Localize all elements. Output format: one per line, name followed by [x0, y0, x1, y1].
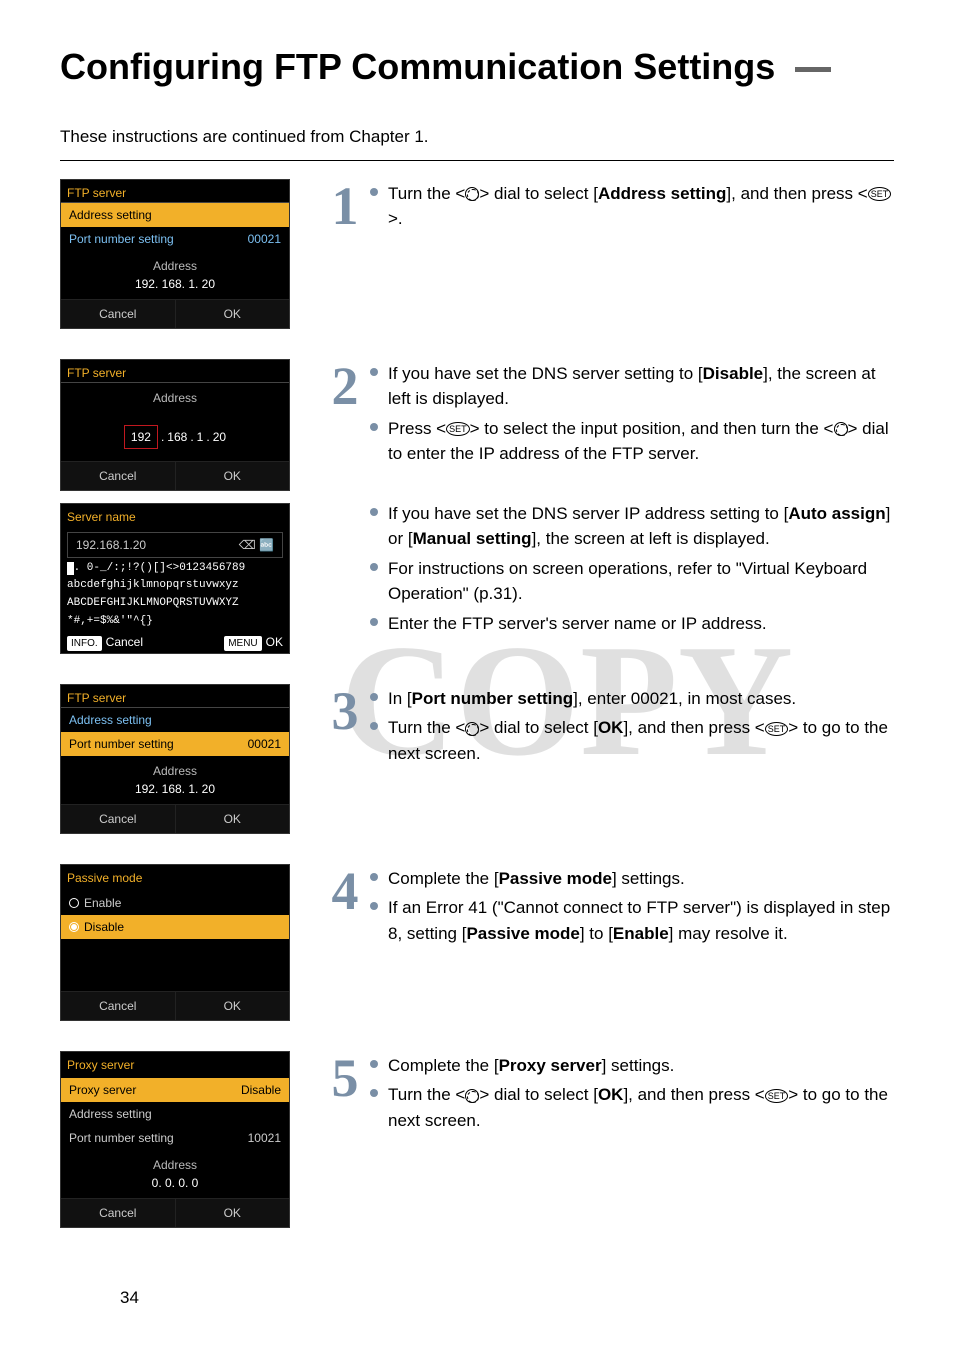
cancel-button[interactable]: Cancel — [61, 992, 176, 1020]
screen-header: FTP server — [61, 360, 289, 383]
ip-octet-1[interactable]: 192 — [124, 425, 158, 449]
screen-ftp-address-setting: FTP server Address setting Port number s… — [60, 179, 290, 329]
screen-port-setting: FTP server Address setting Port number s… — [60, 684, 290, 834]
step5-bullet1: Complete the [Proxy server] settings. — [370, 1053, 894, 1079]
step-5: Proxy server Proxy serverDisable Address… — [60, 1051, 894, 1240]
title-text: Configuring FTP Communication Settings — [60, 46, 775, 87]
kb-row-1: . 0-_/:;!?()[]<>0123456789 — [61, 560, 289, 578]
ip-octet-2: 168 — [167, 428, 187, 446]
screen-proxy-server: Proxy server Proxy serverDisable Address… — [60, 1051, 290, 1228]
passive-mode-header: Passive mode — [61, 865, 289, 891]
proxy-address-display: Address0. 0. 0. 0 — [61, 1150, 289, 1198]
step2-bullet3: If you have set the DNS server IP addres… — [370, 501, 894, 552]
address-display: Address192. 168. 1. 20 — [61, 756, 289, 804]
row-proxy-server: Proxy serverDisable — [61, 1078, 289, 1102]
row-address-setting: Address setting — [61, 203, 289, 227]
step-2: FTP server Address 192. 168. 1. 20 Cance… — [60, 359, 894, 666]
row-enable[interactable]: Enable — [61, 891, 289, 915]
address-label: Address — [61, 383, 289, 413]
kb-row-2: abcdefghijklmnopqrstuvwxyz — [61, 577, 289, 595]
step-number-2: 2 — [320, 359, 370, 413]
step2-bullet5: Enter the FTP server's server name or IP… — [370, 611, 894, 637]
dial-icon — [465, 1089, 479, 1103]
kb-row-3: ABCDEFGHIJKLMNOPQRSTUVWXYZ — [61, 595, 289, 613]
ip-octet-4: 20 — [213, 428, 226, 446]
step3-bullet1: In [Port number setting], enter 00021, i… — [370, 686, 894, 712]
screen-header: FTP server — [61, 685, 289, 708]
step5-bullet2: Turn the <> dial to select [OK], and the… — [370, 1082, 894, 1133]
cancel-button[interactable]: Cancel — [61, 300, 176, 328]
dial-icon — [465, 187, 479, 201]
screen-ip-entry: FTP server Address 192. 168. 1. 20 Cance… — [60, 359, 290, 491]
set-icon: SET — [765, 1089, 789, 1103]
row-port-number: Port number setting00021 — [61, 732, 289, 756]
kb-value-field: 192.168.1.20⌫ 🔤 — [67, 532, 283, 558]
kb-footer: INFO.Cancel MENUOK — [61, 631, 289, 653]
step4-bullet1: Complete the [Passive mode] settings. — [370, 866, 894, 892]
ok-button[interactable]: OK — [176, 805, 290, 833]
ok-button[interactable]: OK — [176, 462, 290, 490]
row-address-setting: Address setting — [61, 708, 289, 732]
row-port-number: Port number setting00021 — [61, 227, 289, 251]
address-display: Address192. 168. 1. 20 — [61, 251, 289, 299]
divider — [60, 160, 894, 161]
step1-bullet1: Turn the <> dial to select [Address sett… — [370, 181, 894, 232]
ip-entry-row: 192. 168. 1. 20 — [61, 413, 289, 461]
row-proxy-address-setting: Address setting — [61, 1102, 289, 1126]
menu-tag: MENU — [224, 636, 261, 651]
step-number-1: 1 — [320, 179, 370, 233]
row-proxy-port-setting: Port number setting10021 — [61, 1126, 289, 1150]
cancel-button[interactable]: Cancel — [61, 462, 176, 490]
row-disable[interactable]: Disable — [61, 915, 289, 939]
page-title: Configuring FTP Communication Settings — [60, 40, 894, 94]
screen-passive-mode: Passive mode Enable Disable Cancel OK — [60, 864, 290, 1021]
dial-icon — [834, 422, 848, 436]
cancel-button[interactable]: Cancel — [61, 1199, 176, 1227]
set-icon: SET — [765, 722, 789, 736]
step-1: FTP server Address setting Port number s… — [60, 179, 894, 341]
proxy-server-header: Proxy server — [61, 1052, 289, 1078]
step2-bullet1: If you have set the DNS server setting t… — [370, 361, 894, 412]
step-number-3: 3 — [320, 684, 370, 738]
step3-bullet2: Turn the <> dial to select [OK], and the… — [370, 715, 894, 766]
step-4: Passive mode Enable Disable Cancel OK 4 … — [60, 864, 894, 1033]
ok-button[interactable]: OK — [176, 992, 290, 1020]
set-icon: SET — [446, 422, 470, 436]
ok-button[interactable]: OK — [176, 300, 290, 328]
server-name-header: Server name — [61, 504, 289, 530]
kb-row-4: *#,+=$%&'"^{} — [61, 613, 289, 631]
dial-icon — [465, 722, 479, 736]
title-rule — [795, 67, 831, 72]
step2-bullet2: Press <SET> to select the input position… — [370, 416, 894, 467]
info-tag: INFO. — [67, 636, 102, 651]
ip-octet-3: 1 — [197, 428, 204, 446]
step-3: FTP server Address setting Port number s… — [60, 684, 894, 846]
ok-button[interactable]: OK — [176, 1199, 290, 1227]
set-icon: SET — [868, 187, 892, 201]
step4-bullet2: If an Error 41 ("Cannot connect to FTP s… — [370, 895, 894, 946]
step-number-4: 4 — [320, 864, 370, 918]
screen-header: FTP server — [61, 180, 289, 203]
screen-virtual-keyboard: Server name 192.168.1.20⌫ 🔤 . 0-_/:;!?()… — [60, 503, 290, 654]
cancel-button[interactable]: Cancel — [61, 805, 176, 833]
step-number-5: 5 — [320, 1051, 370, 1105]
page-number: 34 — [120, 1285, 139, 1311]
step2-bullet4: For instructions on screen operations, r… — [370, 556, 894, 607]
intro-text: These instructions are continued from Ch… — [60, 124, 894, 150]
